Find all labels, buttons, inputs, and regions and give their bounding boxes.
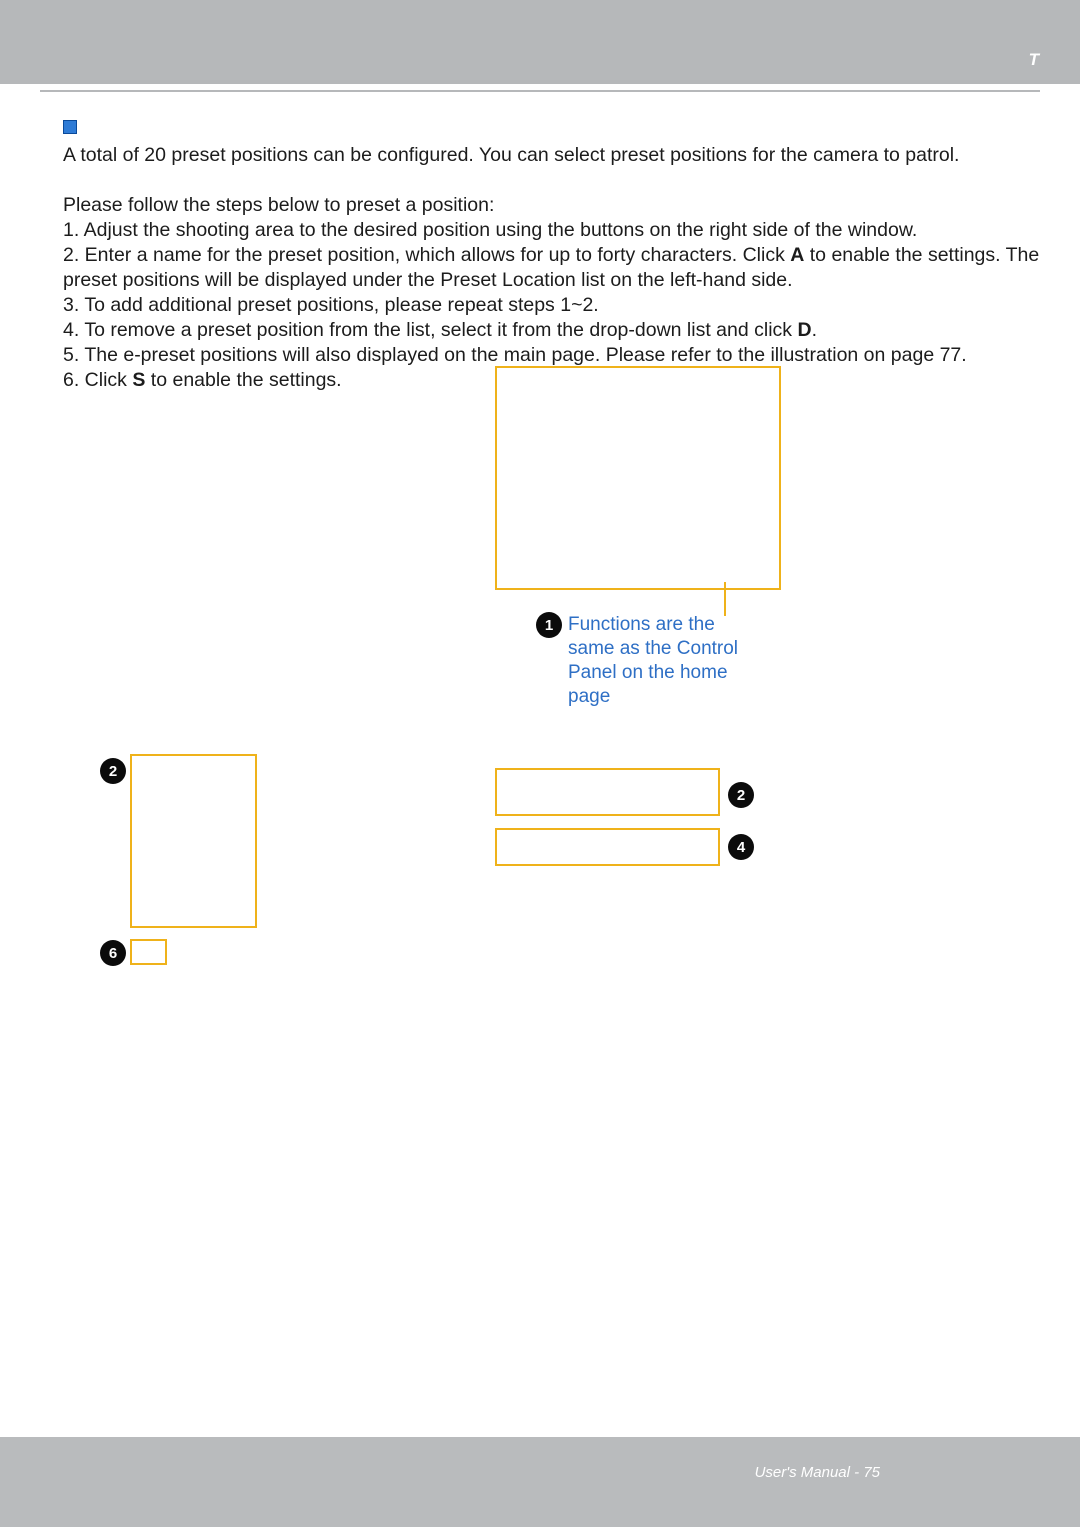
step-6-marker: S [132, 369, 145, 391]
step-3: 3. To add additional preset positions, p… [63, 294, 599, 316]
step-5: 5. The e-preset positions will also disp… [63, 344, 967, 366]
step-4a: 4. To remove a preset position from the … [63, 319, 797, 341]
step-2-marker: A [790, 244, 804, 266]
highlight-box-video [495, 366, 781, 590]
annotation-text: Functions are the same as the Control Pa… [568, 613, 758, 709]
callout-badge-1: 1 [536, 612, 562, 638]
callout-badge-2-left: 2 [100, 758, 126, 784]
step-4b: . [812, 319, 817, 341]
step-2a: 2. Enter a name for the preset position,… [63, 244, 790, 266]
step-6a: 6. Click [63, 369, 132, 391]
callout-badge-4: 4 [728, 834, 754, 860]
highlight-box-preset-list [130, 754, 257, 928]
footer-text: User's Manual - 75 [755, 1464, 880, 1481]
step-6b: to enable the settings. [145, 369, 341, 391]
header-underline [40, 90, 1040, 92]
leader-line-1 [724, 582, 726, 616]
step-1: 1. Adjust the shooting area to the desir… [63, 219, 917, 241]
callout-badge-6: 6 [100, 940, 126, 966]
footer-label: User's Manual - [755, 1464, 864, 1481]
intro-line: A total of 20 preset positions can be co… [63, 144, 959, 166]
header-band [0, 0, 1080, 84]
page: T A total of 20 preset positions can be … [0, 0, 1080, 1527]
checkbox-icon [63, 120, 77, 134]
highlight-box-save [130, 939, 167, 965]
footer-page-number: 75 [863, 1464, 880, 1481]
body-text: A total of 20 preset positions can be co… [63, 118, 1053, 393]
step-4-marker: D [797, 319, 811, 341]
footer-band [0, 1437, 1080, 1527]
steps-intro: Please follow the steps below to preset … [63, 194, 494, 216]
highlight-box-controls-a [495, 768, 720, 816]
header-section-title: T [1029, 50, 1040, 70]
callout-badge-2-right: 2 [728, 782, 754, 808]
highlight-box-controls-b [495, 828, 720, 866]
